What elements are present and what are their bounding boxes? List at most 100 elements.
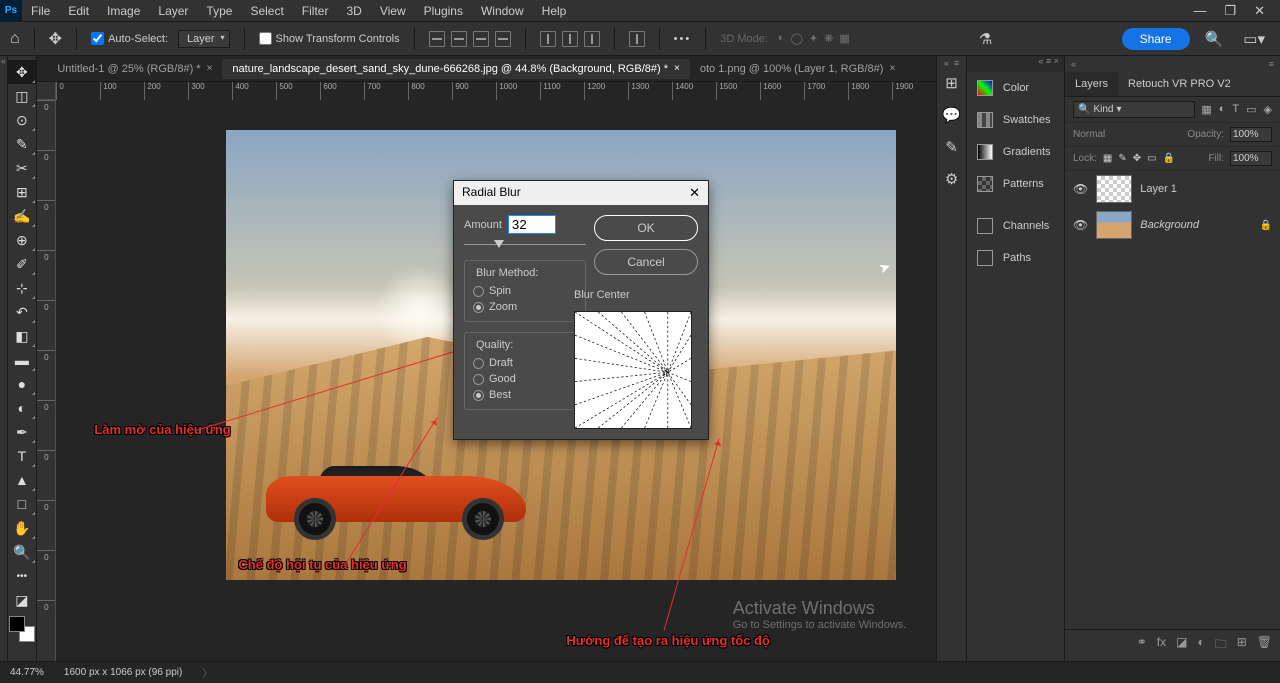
radio-zoom[interactable]: Zoom — [473, 299, 577, 315]
workspace-icon[interactable]: ▭▾ — [1238, 30, 1270, 48]
brush-tool[interactable]: ✐ — [8, 252, 36, 276]
slider-thumb[interactable] — [494, 240, 504, 248]
zoom-tool[interactable]: 🔍 — [8, 540, 36, 564]
lock-artboard-icon[interactable]: ▭ — [1147, 153, 1156, 164]
move-tool-icon[interactable]: ✥ — [49, 29, 62, 49]
group-icon[interactable]: 🗀 — [1215, 635, 1227, 656]
radio-draft[interactable]: Draft — [473, 355, 577, 371]
panel-swatches[interactable]: Swatches — [967, 104, 1064, 136]
tab-retouch[interactable]: Retouch VR PRO V2 — [1118, 72, 1241, 96]
lasso-tool[interactable]: ⊙ — [8, 108, 36, 132]
tab-layers[interactable]: Layers — [1065, 72, 1118, 96]
filter-pixel-icon[interactable]: ▦ — [1201, 103, 1211, 116]
dodge-tool[interactable]: ◐ — [8, 396, 36, 420]
panel-channels[interactable]: Channels — [967, 210, 1064, 242]
edit-toolbar[interactable]: ••• — [8, 564, 36, 588]
gradient-tool[interactable]: ▬ — [8, 348, 36, 372]
distribute-v-icon[interactable] — [629, 31, 645, 47]
radio-good[interactable]: Good — [473, 371, 577, 387]
layer-thumbnail[interactable] — [1096, 175, 1132, 203]
panel-collapse-icon[interactable]: « — [1071, 59, 1076, 69]
more-options-icon[interactable]: ••• — [674, 33, 692, 45]
home-icon[interactable]: ⌂ — [10, 30, 20, 48]
layer-filter-kind[interactable]: 🔍 Kind ▾ — [1073, 101, 1195, 118]
auto-select-target[interactable]: Layer — [178, 30, 230, 48]
filter-adjustment-icon[interactable]: ◐ — [1219, 103, 1226, 116]
quick-mask-icon[interactable]: ◪ — [8, 588, 36, 612]
new-layer-icon[interactable]: ⊞ — [1237, 635, 1247, 656]
dialog-titlebar[interactable]: Radial Blur ✕ — [454, 181, 708, 205]
delete-layer-icon[interactable]: 🗑 — [1257, 635, 1272, 656]
link-layers-icon[interactable]: ⚭ — [1137, 635, 1147, 656]
move-tool[interactable]: ✥ — [8, 60, 36, 84]
blur-tool[interactable]: ● — [8, 372, 36, 396]
align-bottom-icon[interactable] — [584, 31, 600, 47]
tab-close-icon[interactable]: × — [674, 63, 680, 74]
menu-view[interactable]: View — [371, 1, 415, 21]
align-center-h-icon[interactable] — [451, 31, 467, 47]
radio-icon[interactable] — [473, 358, 484, 369]
properties-icon[interactable]: ⊞ — [945, 74, 958, 92]
share-button[interactable]: Share — [1122, 28, 1190, 50]
panel-paths[interactable]: Paths — [967, 242, 1064, 274]
filter-shape-icon[interactable]: ▭ — [1246, 103, 1256, 116]
align-left-icon[interactable] — [429, 31, 445, 47]
menu-filter[interactable]: Filter — [293, 1, 338, 21]
align-center-v-icon[interactable] — [562, 31, 578, 47]
path-selection-tool[interactable]: ▲ — [8, 468, 36, 492]
visibility-icon[interactable]: 👁 — [1073, 218, 1088, 232]
doc-dims-status[interactable]: 1600 px x 1066 px (96 ppi) — [64, 667, 182, 678]
stamp-tool[interactable]: ⊹ — [8, 276, 36, 300]
fill-input[interactable] — [1230, 151, 1272, 166]
panel-collapse-icon[interactable]: « — [1038, 56, 1043, 72]
pen-tool[interactable]: ✒ — [8, 420, 36, 444]
dialog-close-icon[interactable]: ✕ — [689, 185, 700, 201]
tab-close-icon[interactable]: × — [207, 63, 213, 74]
menu-select[interactable]: Select — [241, 1, 292, 21]
radio-best[interactable]: Best — [473, 387, 577, 403]
radio-icon[interactable] — [473, 374, 484, 385]
tab-0[interactable]: Untitled-1 @ 25% (RGB/8#) *× — [47, 59, 222, 79]
zoom-status[interactable]: 44.77% — [10, 667, 44, 678]
menu-layer[interactable]: Layer — [149, 1, 197, 21]
lock-position-icon[interactable]: ✥ — [1133, 153, 1141, 164]
filter-smart-icon[interactable]: ◈ — [1264, 103, 1272, 116]
panel-gradients[interactable]: Gradients — [967, 136, 1064, 168]
layer-mask-icon[interactable]: ◪ — [1176, 635, 1187, 656]
opacity-input[interactable] — [1230, 127, 1272, 142]
amount-slider[interactable] — [464, 240, 586, 250]
ok-button[interactable]: OK — [594, 215, 698, 241]
selection-tool[interactable]: ✎ — [8, 132, 36, 156]
layer-style-icon[interactable]: fx — [1157, 635, 1166, 656]
layer-thumbnail[interactable] — [1096, 211, 1132, 239]
ruler-horizontal[interactable]: 0100200300400500600700800900100011001200… — [56, 82, 936, 100]
healing-tool[interactable]: ⊕ — [8, 228, 36, 252]
lock-paint-icon[interactable]: ✎ — [1118, 153, 1126, 164]
auto-select-checkbox[interactable]: Auto-Select: — [91, 32, 168, 45]
blur-center-widget[interactable] — [574, 311, 692, 429]
frame-tool[interactable]: ⊞ — [8, 180, 36, 204]
align-right-icon[interactable] — [473, 31, 489, 47]
tab-2[interactable]: oto 1.png @ 100% (Layer 1, RGB/8#)× — [690, 59, 905, 79]
eraser-tool[interactable]: ◧ — [8, 324, 36, 348]
visibility-icon[interactable]: 👁 — [1073, 182, 1088, 196]
menu-type[interactable]: Type — [197, 1, 241, 21]
foreground-color[interactable] — [9, 616, 25, 632]
menu-plugins[interactable]: Plugins — [415, 1, 472, 21]
history-brush-tool[interactable]: ↶ — [8, 300, 36, 324]
shape-tool[interactable]: □ — [8, 492, 36, 516]
panel-menu-icon[interactable]: ≡ — [1046, 56, 1051, 72]
comments-icon[interactable]: 💬 — [942, 106, 961, 124]
panel-patterns[interactable]: Patterns — [967, 168, 1064, 200]
flask-icon[interactable]: ⚗ — [979, 30, 992, 48]
color-swatches[interactable] — [9, 616, 35, 642]
minimize-icon[interactable]: — — [1193, 3, 1206, 19]
search-icon[interactable]: 🔍 — [1200, 30, 1229, 48]
tab-close-icon[interactable]: × — [889, 63, 895, 74]
crop-tool[interactable]: ✂ — [8, 156, 36, 180]
close-icon[interactable]: ✕ — [1254, 3, 1265, 19]
hand-tool[interactable]: ✋ — [8, 516, 36, 540]
blend-mode-select[interactable]: Normal — [1073, 129, 1181, 140]
panel-menu-icon[interactable]: ≡ — [1269, 59, 1274, 69]
show-transform-checkbox[interactable]: Show Transform Controls — [259, 32, 400, 45]
